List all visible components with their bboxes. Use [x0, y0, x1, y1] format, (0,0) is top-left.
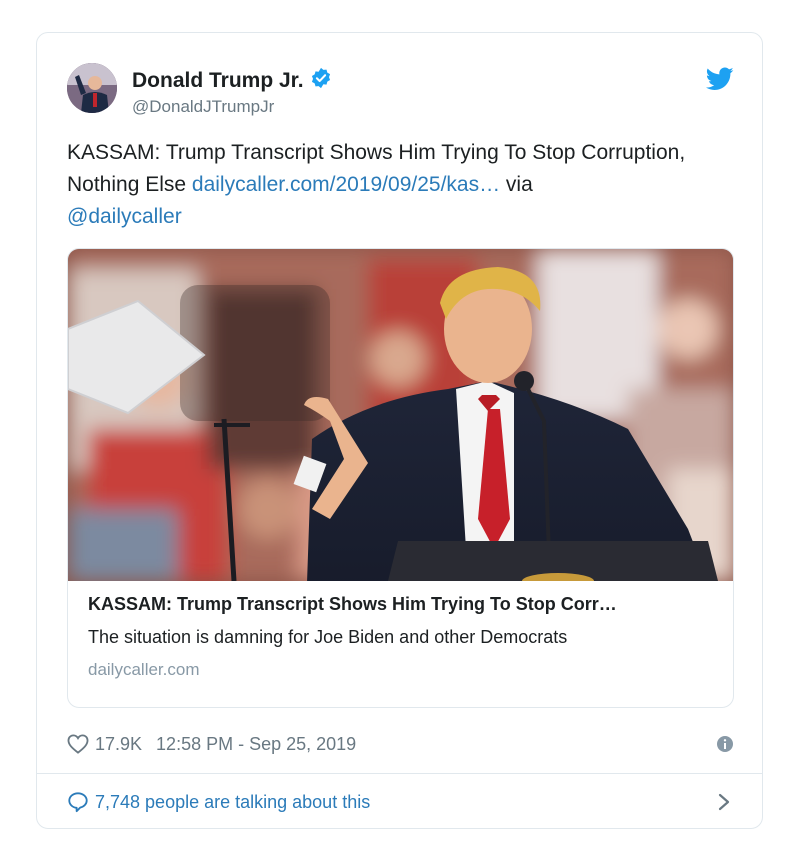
- tweet-link[interactable]: dailycaller.com/2019/09/25/kas…: [192, 173, 500, 196]
- heart-icon[interactable]: [67, 734, 89, 754]
- avatar[interactable]: [67, 63, 117, 113]
- timestamp[interactable]: 12:58 PM - Sep 25, 2019: [156, 734, 356, 755]
- speech-bubble-icon: [67, 791, 89, 813]
- link-card[interactable]: KASSAM: Trump Transcript Shows Him Tryin…: [67, 248, 734, 708]
- card-domain: dailycaller.com: [88, 660, 200, 679]
- tweet-text: KASSAM: Trump Transcript Shows Him Tryin…: [67, 137, 727, 233]
- info-icon[interactable]: [716, 735, 734, 753]
- divider: [37, 773, 762, 774]
- author-name[interactable]: Donald Trump Jr.: [132, 69, 304, 93]
- embedded-tweet: Donald Trump Jr. @DonaldJTrumpJr KASSAM:…: [36, 32, 763, 829]
- conversation-text[interactable]: 7,748 people are talking about this: [95, 792, 370, 813]
- card-image[interactable]: [68, 249, 733, 669]
- like-count[interactable]: 17.9K: [95, 734, 142, 755]
- card-description: The situation is damning for Joe Biden a…: [88, 627, 568, 647]
- verified-badge-icon: [310, 67, 332, 94]
- card-title[interactable]: KASSAM: Trump Transcript Shows Him Tryin…: [88, 594, 713, 615]
- chevron-right-icon[interactable]: [718, 793, 730, 811]
- mention-link[interactable]: @dailycaller: [67, 205, 182, 228]
- author-handle[interactable]: @DonaldJTrumpJr: [132, 97, 332, 117]
- author-block: Donald Trump Jr. @DonaldJTrumpJr: [132, 67, 332, 117]
- tweet-text-via: via: [500, 173, 533, 196]
- tweet-meta: 17.9K 12:58 PM - Sep 25, 2019: [67, 729, 734, 759]
- conversation-link[interactable]: 7,748 people are talking about this: [67, 787, 734, 817]
- card-text: KASSAM: Trump Transcript Shows Him Tryin…: [88, 594, 713, 680]
- twitter-bird-icon[interactable]: [705, 67, 734, 91]
